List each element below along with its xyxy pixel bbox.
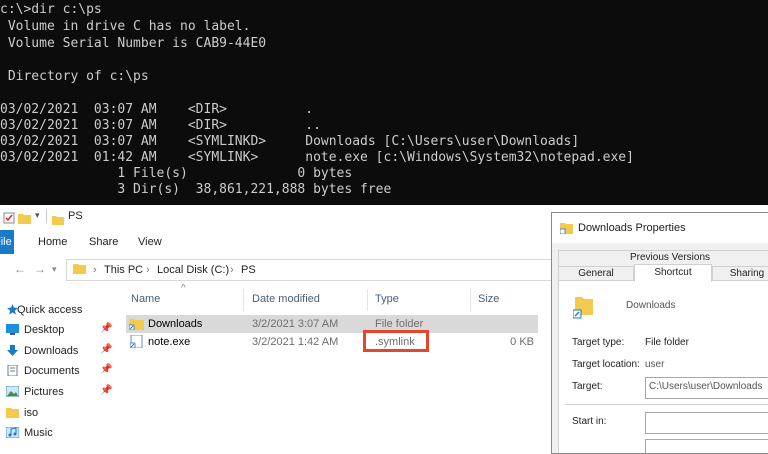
nav-item-iso[interactable]: iso — [0, 403, 118, 423]
console-line: 03/02/2021 01:42 AM <SYMLINK> note.exe [… — [0, 150, 634, 165]
back-arrow-icon[interactable]: ← — [14, 262, 26, 276]
start-in-label: Start in: — [572, 416, 607, 427]
column-header-date-modified[interactable]: Date modified — [252, 293, 320, 305]
breadcrumb-this-pc[interactable]: This PC — [104, 264, 143, 276]
console-line: 1 File(s) 0 bytes — [0, 166, 353, 181]
console-line: 3 Dir(s) 38,861,221,888 bytes free — [0, 182, 392, 197]
pin-icon: 📌 — [100, 323, 113, 334]
file-size: 0 KB — [510, 336, 534, 348]
target-field[interactable]: C:\Users\user\Downloads — [645, 377, 768, 399]
new-folder-quick-icon[interactable] — [18, 211, 31, 229]
file-row[interactable]: Downloads 3/2/2021 3:07 AM File folder — [126, 315, 538, 333]
file-type: File folder — [375, 318, 424, 330]
folder-shortcut-icon — [129, 319, 144, 330]
folder-icon — [52, 212, 64, 230]
shortcut-key-field[interactable] — [645, 439, 768, 453]
console-line: Directory of c:\ps — [0, 69, 149, 84]
column-header-name[interactable]: Name — [131, 293, 160, 305]
customize-toolbar-icon[interactable]: ▾ — [35, 210, 40, 221]
forward-arrow-icon[interactable]: → — [34, 262, 46, 276]
dialog-title-bar: Downloads Properties — [552, 213, 768, 243]
console-window[interactable]: c:\>dir c:\ps Volume in drive C has no l… — [0, 0, 768, 205]
pin-icon: 📌 — [100, 364, 113, 375]
tab-general[interactable]: General — [558, 266, 634, 281]
folder-shortcut-icon — [560, 223, 573, 234]
tab-view[interactable]: View — [138, 236, 162, 248]
pictures-icon — [6, 386, 19, 397]
shortcut-name: Downloads — [626, 300, 676, 311]
folder-icon — [6, 408, 19, 418]
column-divider[interactable] — [243, 289, 244, 311]
file-shortcut-icon — [130, 335, 143, 348]
file-date: 3/2/2021 3:07 AM — [252, 318, 339, 330]
music-icon — [6, 427, 19, 438]
breadcrumb-separator: › — [146, 264, 150, 276]
start-in-field[interactable] — [645, 412, 768, 434]
column-header-size[interactable]: Size — [478, 293, 499, 305]
documents-icon — [7, 365, 18, 376]
console-line: 03/02/2021 03:07 AM <DIR> . — [0, 102, 314, 117]
column-divider[interactable] — [367, 289, 368, 311]
downloads-properties-dialog: Downloads Properties Previous Versions G… — [551, 212, 768, 454]
tab-share[interactable]: Share — [89, 236, 118, 248]
console-line: Volume Serial Number is CAB9-44E0 — [0, 36, 267, 51]
recent-locations-icon[interactable]: ▾ — [52, 264, 57, 275]
breadcrumb-separator: › — [93, 264, 97, 276]
nav-item-documents[interactable]: Documents 📌 — [0, 361, 118, 381]
file-list: ^ Name Date modified Type Size Downloads… — [126, 283, 556, 445]
shortcut-tab-panel: Downloads Target type: File folder Targe… — [558, 280, 768, 453]
desktop-icon — [6, 324, 19, 335]
file-date: 3/2/2021 1:42 AM — [252, 336, 339, 348]
column-header-type[interactable]: Type — [375, 293, 399, 305]
sort-ascending-icon: ^ — [181, 283, 186, 294]
nav-item-downloads[interactable]: Downloads 📌 — [0, 341, 118, 361]
console-line: 03/02/2021 03:07 AM <SYMLINKD> Downloads… — [0, 134, 580, 149]
nav-item-desktop[interactable]: Desktop 📌 — [0, 320, 118, 340]
folder-icon — [73, 263, 86, 277]
console-line: Volume in drive C has no label. — [0, 19, 251, 34]
window-title: PS — [68, 210, 83, 222]
highlight-annotation-box — [363, 330, 429, 352]
column-divider[interactable] — [470, 289, 471, 311]
breadcrumb-local-disk[interactable]: Local Disk (C:) — [157, 264, 229, 276]
console-line: c:\>dir c:\ps — [0, 2, 102, 17]
pin-icon: 📌 — [100, 344, 113, 355]
folder-shortcut-icon — [573, 297, 593, 319]
properties-quick-icon[interactable] — [3, 211, 15, 229]
target-label: Target: — [572, 381, 603, 392]
tab-home[interactable]: Home — [38, 236, 67, 248]
file-name: Downloads — [148, 318, 203, 330]
pin-icon: 📌 — [100, 385, 113, 396]
separator — [565, 404, 768, 405]
dialog-title: Downloads Properties — [578, 222, 686, 234]
target-type-value: File folder — [645, 337, 689, 348]
tab-shortcut[interactable]: Shortcut — [634, 264, 712, 282]
target-location-label: Target location: — [572, 359, 640, 370]
breadcrumb-separator: › — [230, 264, 234, 276]
target-type-label: Target type: — [572, 337, 625, 348]
target-location-value: user — [645, 359, 665, 370]
title-divider — [46, 209, 47, 223]
file-row[interactable]: note.exe 3/2/2021 1:42 AM .symlink 0 KB — [126, 333, 538, 351]
breadcrumb-ps[interactable]: PS — [241, 264, 256, 276]
address-bar[interactable]: › This PC › Local Disk (C:) › PS — [66, 259, 558, 281]
console-line: 03/02/2021 03:07 AM <DIR> .. — [0, 118, 321, 133]
file-name: note.exe — [148, 336, 191, 348]
navigation-pane: Quick access Desktop 📌 Downloads 📌 Docum… — [0, 300, 118, 445]
nav-item-quick-access[interactable]: Quick access — [0, 300, 118, 320]
nav-item-pictures[interactable]: Pictures 📌 — [0, 382, 118, 402]
download-icon — [7, 345, 18, 356]
tab-sharing[interactable]: Sharing — [712, 266, 768, 281]
nav-item-music[interactable]: Music — [0, 423, 118, 443]
